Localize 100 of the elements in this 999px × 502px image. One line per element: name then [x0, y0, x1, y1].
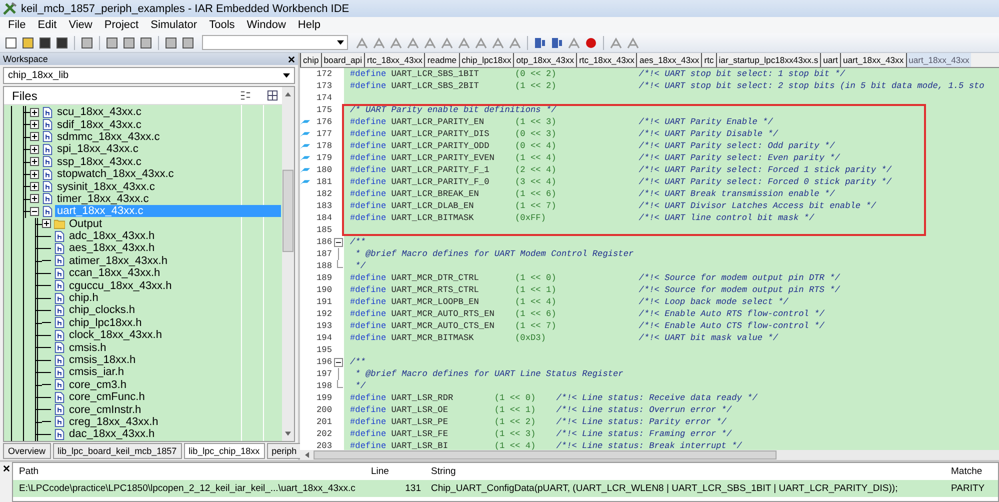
tree-item[interactable]: chip_clocks.h — [67, 304, 138, 316]
tree-item[interactable]: spi_18xx_43xx.c — [55, 143, 140, 156]
table-cell-text: 131 — [404, 483, 422, 494]
tree-item[interactable]: cmsis_18xx.h — [67, 354, 138, 366]
expand-toggle[interactable] — [30, 132, 39, 142]
expand-toggle[interactable] — [30, 108, 39, 117]
tree-item[interactable]: cmsis_iar.h — [67, 366, 126, 378]
file-icon — [54, 268, 65, 279]
line-number: 188 — [316, 261, 332, 271]
macro-name: UART_LCR_DLAB_EN — [391, 201, 474, 211]
breakpoint-icon[interactable] — [584, 36, 598, 50]
list-icon[interactable] — [240, 90, 251, 101]
column-header[interactable]: Path — [13, 466, 365, 477]
tree-item[interactable]: core_cmInstr.h — [67, 404, 144, 416]
editor-tab[interactable]: rtc_18xx_43xx — [576, 53, 636, 67]
configuration-dropdown[interactable]: chip_18xx_lib — [3, 67, 295, 84]
editor-tab[interactable]: rtc — [701, 53, 716, 67]
menu-item[interactable]: View — [62, 19, 98, 31]
expand-toggle[interactable] — [30, 194, 39, 204]
column-header[interactable]: String — [425, 466, 945, 477]
column-header[interactable]: Matche — [945, 466, 998, 477]
tree-item[interactable]: sdmmc_18xx_43xx.c — [55, 130, 162, 143]
close-icon[interactable] — [2, 465, 10, 472]
tree-item[interactable]: chip.h — [67, 292, 100, 304]
expand-toggle[interactable] — [30, 182, 39, 192]
editor-tab[interactable]: rtc_18xx_43xx — [364, 53, 424, 67]
tab[interactable]: periph — [266, 443, 302, 459]
tab[interactable]: Overview — [3, 443, 51, 459]
file-icon — [54, 379, 65, 390]
line-number: 180 — [316, 165, 332, 175]
expand-toggle[interactable] — [30, 170, 39, 179]
tab[interactable]: lib_lpc_chip_18xx — [184, 443, 265, 459]
line-number: 172 — [316, 69, 332, 79]
editor-tab[interactable]: otp_18xx_43xx — [513, 53, 576, 67]
code-keyword: #define — [350, 441, 388, 450]
tree-item[interactable]: Output — [67, 218, 104, 230]
menu-item[interactable]: Project — [98, 19, 145, 31]
tree-item[interactable]: sdif_18xx_43xx.c — [55, 118, 144, 131]
editor-tab[interactable]: readme — [424, 53, 459, 67]
editor-tab[interactable]: uart_18xx_43xx — [906, 53, 972, 67]
menu-item[interactable]: Window — [240, 19, 292, 31]
line-number: 197 — [316, 369, 332, 379]
line-number: 199 — [316, 393, 332, 403]
expand-toggle[interactable] — [30, 120, 39, 130]
horizontal-scrollbar[interactable] — [300, 450, 999, 460]
collapse-toggle[interactable] — [30, 206, 39, 216]
macro-value: (1 << 4) — [515, 153, 556, 163]
menu-item[interactable]: Edit — [32, 19, 63, 31]
close-icon[interactable] — [288, 56, 295, 62]
line-number: 191 — [316, 297, 332, 307]
editor-tab[interactable]: chip — [300, 53, 321, 67]
code-keyword: #define — [350, 177, 388, 187]
line-number: 201 — [316, 417, 332, 427]
app-icon — [3, 2, 17, 16]
tree-item[interactable]: timer_18xx_43xx.c — [55, 192, 151, 205]
macro-value: (0 << 2) — [515, 69, 556, 79]
tree-item[interactable]: chip_lpc18xx.h — [67, 316, 144, 329]
line-number: 182 — [316, 189, 332, 199]
tree-item[interactable]: sysinit_18xx_43xx.c — [55, 180, 157, 193]
tree-item[interactable]: cguccu_18xx_43xx.h — [67, 280, 174, 292]
code-comment: /** — [350, 237, 366, 247]
tree-item[interactable]: stopwatch_18xx_43xx.c — [55, 168, 176, 180]
code-comment: /*!< UART Parity Enable */ — [638, 117, 773, 127]
editor-tab[interactable]: board_api — [320, 53, 364, 67]
menu-item[interactable]: Tools — [203, 19, 241, 31]
column-header[interactable]: Line — [365, 466, 425, 477]
tree-item[interactable]: scu_18xx_43xx.c — [55, 106, 144, 118]
tree-item[interactable]: aes_18xx_43xx.h — [67, 242, 157, 254]
line-number: 194 — [316, 333, 332, 343]
code-comment: /*!< UART Parity Disable */ — [638, 129, 778, 139]
tree-item[interactable]: creg_18xx_43xx.h — [67, 416, 160, 428]
collapse-toggle[interactable] — [334, 358, 342, 366]
tree-item[interactable]: atimer_18xx_43xx.h — [67, 254, 170, 267]
window-title: keil_mcb_1857_periph_examples - IAR Embedded Workbench IDE — [21, 2, 350, 14]
tree-item[interactable]: core_cmFunc.h — [67, 391, 147, 404]
tree-item[interactable]: clock_18xx_43xx.h — [67, 329, 164, 342]
tree-item[interactable]: dac_18xx_43xx.h — [67, 428, 157, 440]
editor-tab[interactable]: aes_18xx_43xx — [636, 53, 702, 67]
tree-item[interactable]: cmsis.h — [67, 342, 108, 354]
tree-item[interactable]: ssp_18xx_43xx.c — [55, 156, 144, 168]
menu-item[interactable]: File — [2, 19, 32, 31]
editor-tab[interactable]: iar_startup_lpc18xx43xx.s — [716, 53, 820, 67]
macro-name: UART_LCR_BITMASK — [391, 213, 474, 223]
menu-item[interactable]: Simulator — [144, 19, 204, 31]
file-icon — [54, 317, 65, 328]
tab[interactable]: lib_lpc_board_keil_mcb_1857 — [52, 443, 182, 459]
macro-value: (1 << 0) — [515, 273, 556, 283]
tree-item[interactable]: ccan_18xx_43xx.h — [67, 267, 162, 280]
expand-toggle[interactable] — [42, 219, 51, 228]
collapse-toggle[interactable] — [334, 238, 342, 246]
editor-tab[interactable]: uart — [820, 53, 840, 67]
grid-icon[interactable] — [267, 90, 278, 101]
menu-item[interactable]: Help — [292, 19, 327, 31]
expand-toggle[interactable] — [30, 157, 39, 166]
expand-toggle[interactable] — [30, 144, 39, 154]
tree-item[interactable]: core_cm3.h — [67, 378, 128, 391]
vertical-scrollbar[interactable] — [282, 87, 294, 441]
tree-item[interactable]: adc_18xx_43xx.h — [67, 230, 157, 242]
code-comment: /*!< Line status: Overrun error */ — [556, 405, 732, 415]
editor-tab[interactable]: chip_lpc18xx — [458, 53, 514, 67]
